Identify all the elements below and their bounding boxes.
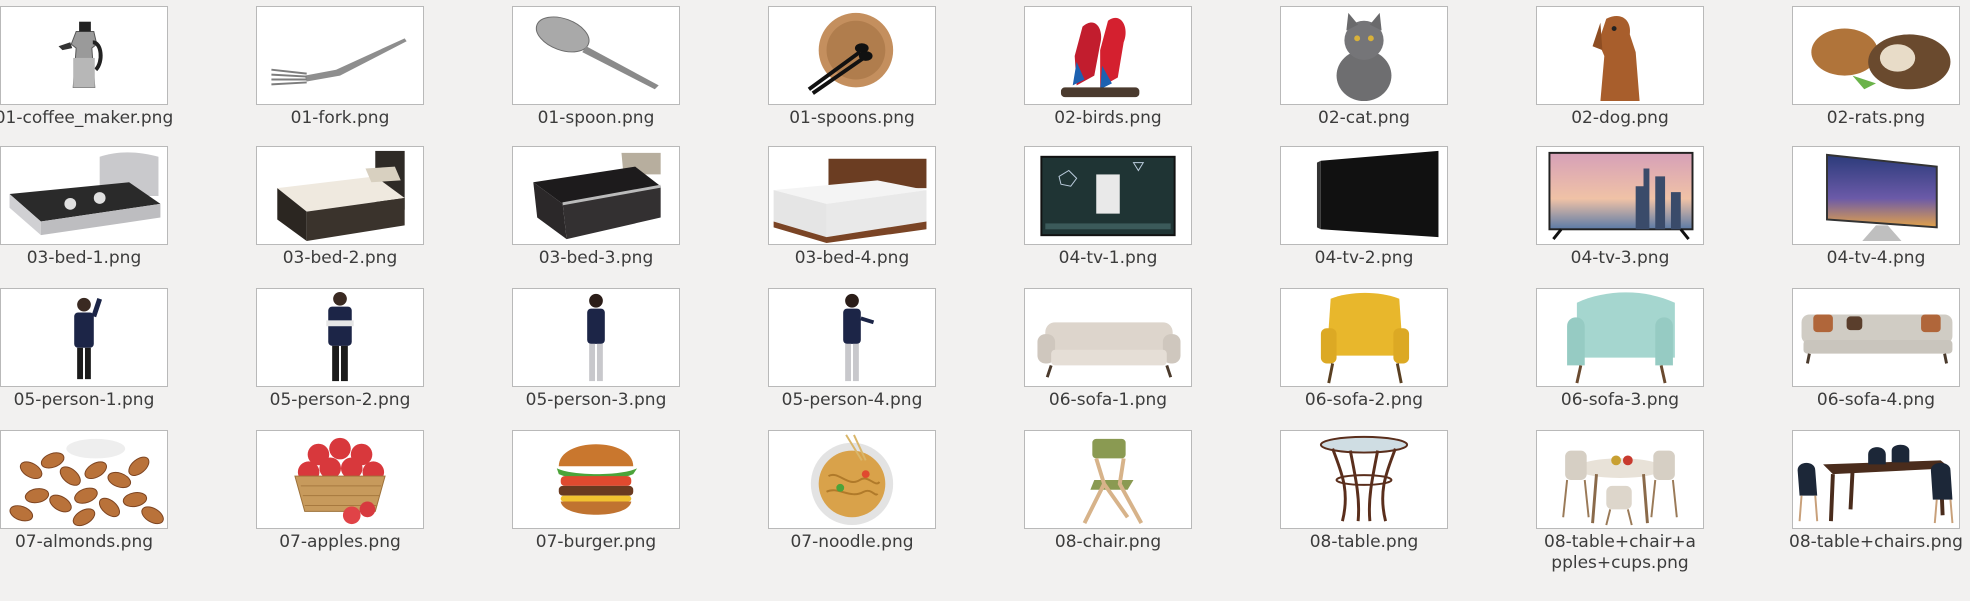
noodle-icon bbox=[768, 430, 936, 529]
sofa-icon bbox=[1792, 288, 1960, 387]
person-icon bbox=[256, 288, 424, 387]
coffee-maker-icon bbox=[0, 6, 168, 105]
file-name: 03-bed-4.png bbox=[794, 248, 910, 268]
file-name: 05-person-4.png bbox=[781, 390, 923, 410]
file-name: 08-table+chairs.png bbox=[1789, 532, 1963, 552]
file-name: 01-spoon.png bbox=[537, 108, 655, 128]
almonds-icon bbox=[0, 430, 168, 529]
armchair-icon bbox=[1280, 288, 1448, 387]
armchair-icon bbox=[1536, 288, 1704, 387]
tv-icon bbox=[1536, 146, 1704, 245]
person-icon bbox=[512, 288, 680, 387]
file-name: 08-chair.png bbox=[1054, 532, 1162, 552]
file-name: 02-dog.png bbox=[1571, 108, 1669, 128]
file-name: 01-spoons.png bbox=[789, 108, 915, 128]
table-icon bbox=[1280, 430, 1448, 529]
chair-icon bbox=[1024, 430, 1192, 529]
sofa-icon bbox=[1024, 288, 1192, 387]
tv-icon bbox=[1792, 146, 1960, 245]
burger-icon bbox=[512, 430, 680, 529]
apples-icon bbox=[256, 430, 424, 529]
file-name: 06-sofa-3.png bbox=[1560, 390, 1680, 410]
file-name: 02-birds.png bbox=[1054, 108, 1162, 128]
spoons-plate-icon bbox=[768, 6, 936, 105]
file-name: 08-table+chair+apples+cups.png bbox=[1544, 532, 1696, 573]
fork-icon bbox=[256, 6, 424, 105]
file-name: 06-sofa-1.png bbox=[1048, 390, 1168, 410]
tv-icon bbox=[1280, 146, 1448, 245]
bed-icon bbox=[512, 146, 680, 245]
file-name: 06-sofa-2.png bbox=[1304, 390, 1424, 410]
file-name: 06-sofa-4.png bbox=[1816, 390, 1936, 410]
file-name: 04-tv-2.png bbox=[1314, 248, 1414, 268]
file-name: 05-person-2.png bbox=[269, 390, 411, 410]
bed-icon bbox=[768, 146, 936, 245]
file-name: 03-bed-1.png bbox=[26, 248, 142, 268]
file-name: 01-fork.png bbox=[290, 108, 390, 128]
file-name: 02-cat.png bbox=[1318, 108, 1410, 128]
file-name: 05-person-1.png bbox=[13, 390, 155, 410]
file-name: 07-almonds.png bbox=[14, 532, 154, 552]
person-icon bbox=[0, 288, 168, 387]
person-icon bbox=[768, 288, 936, 387]
bed-icon bbox=[0, 146, 168, 245]
dining-set-icon bbox=[1536, 430, 1704, 529]
guinea-pigs-icon bbox=[1792, 6, 1960, 105]
spoon-icon bbox=[512, 6, 680, 105]
file-name: 03-bed-3.png bbox=[538, 248, 654, 268]
file-name: 07-apples.png bbox=[279, 532, 401, 552]
file-name: 04-tv-1.png bbox=[1058, 248, 1158, 268]
dining-set-icon bbox=[1792, 430, 1960, 529]
file-name: 04-tv-4.png bbox=[1826, 248, 1926, 268]
file-name: 04-tv-3.png bbox=[1570, 248, 1670, 268]
file-name: 02-rats.png bbox=[1826, 108, 1926, 128]
file-name: 03-bed-2.png bbox=[282, 248, 398, 268]
file-name: 07-burger.png bbox=[535, 532, 657, 552]
cat-icon bbox=[1280, 6, 1448, 105]
file-name: 01-coffee_maker.png bbox=[0, 108, 174, 128]
tv-icon bbox=[1024, 146, 1192, 245]
dog-icon bbox=[1536, 6, 1704, 105]
file-name: 08-table.png bbox=[1309, 532, 1419, 552]
bed-icon bbox=[256, 146, 424, 245]
file-grid: 01-coffee_maker.png 01-fork.png 01-spoon… bbox=[0, 0, 1970, 601]
parrots-icon bbox=[1024, 6, 1192, 105]
file-name: 05-person-3.png bbox=[525, 390, 667, 410]
file-name: 07-noodle.png bbox=[790, 532, 914, 552]
